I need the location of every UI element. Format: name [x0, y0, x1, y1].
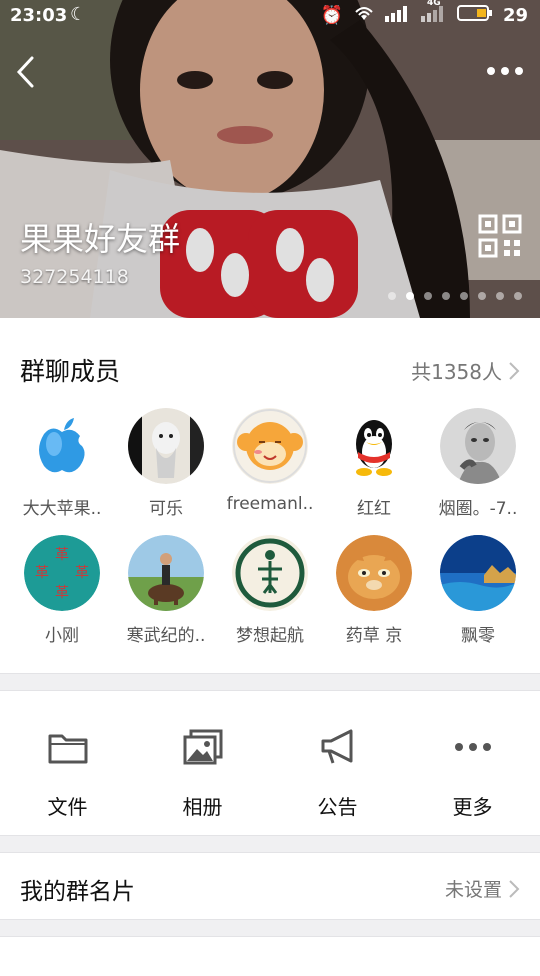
megaphone-icon [318, 727, 358, 767]
carousel-dot [442, 292, 450, 300]
member-name: 小刚 [45, 626, 79, 646]
album-button[interactable]: 相册 [135, 691, 270, 835]
signal-icon-secondary: 4G [420, 0, 447, 27]
carousel-dot [514, 292, 522, 300]
chevron-right-icon [509, 879, 520, 898]
album-icon [183, 727, 223, 767]
qr-code-button[interactable] [478, 214, 522, 258]
more-horizontal-icon [487, 67, 523, 75]
members-grid: 大大苹果.. 可乐 freemanl.. 红红 烟圈。-7.. 革革革革 小刚 … [10, 408, 530, 646]
carousel-dot [478, 292, 486, 300]
battery-icon [456, 4, 493, 27]
member-item[interactable]: 大大苹果.. [10, 408, 114, 519]
carousel-dot-active [406, 292, 414, 300]
avatar [232, 535, 308, 611]
member-item[interactable]: 飘零 [426, 535, 530, 646]
member-name: 飘零 [461, 626, 495, 646]
more-icon [453, 727, 493, 767]
status-bar: 23:03 ☾ ⏰ 4G 29 [0, 0, 540, 34]
carousel-dot [388, 292, 396, 300]
member-name: 寒武纪的.. [126, 626, 206, 646]
svg-text:革: 革 [35, 565, 49, 581]
group-header-banner: 23:03 ☾ ⏰ 4G 29 果果好友群 327254118 [0, 0, 540, 318]
announcement-label: 公告 [317, 795, 358, 819]
member-name: freemanl.. [226, 494, 314, 514]
network-type: 4G [426, 0, 441, 8]
files-button[interactable]: 文件 [0, 691, 135, 835]
member-item[interactable]: 药草 京 [322, 535, 426, 646]
member-name: 烟圈。-7.. [438, 499, 518, 519]
group-id: 327254118 [20, 266, 129, 288]
back-button[interactable] [8, 52, 42, 92]
album-label: 相册 [182, 795, 223, 819]
battery-level: 29 [502, 5, 528, 26]
more-label: 更多 [452, 795, 493, 819]
carousel-dot [460, 292, 468, 300]
member-item[interactable]: 梦想起航 [218, 535, 322, 646]
members-section: 群聊成员 共1358人 大大苹果.. 可乐 freemanl.. 红红 烟圈。-… [0, 318, 540, 674]
avatar [336, 535, 412, 611]
wifi-icon [353, 4, 375, 27]
member-item[interactable]: 烟圈。-7.. [426, 408, 530, 519]
moon-icon: ☾ [70, 4, 87, 25]
members-count-link[interactable]: 共1358人 [411, 356, 520, 385]
alarm-icon: ⏰ [320, 5, 343, 26]
announcement-button[interactable]: 公告 [270, 691, 405, 835]
avatar [128, 535, 204, 611]
member-item[interactable]: 可乐 [114, 408, 218, 519]
more-options-button[interactable] [482, 58, 528, 84]
avatar [336, 408, 412, 484]
members-count: 共1358人 [411, 360, 502, 384]
qr-code-icon [478, 214, 522, 258]
group-card-row[interactable]: 我的群名片 未设置 [0, 852, 540, 920]
avatar [128, 408, 204, 484]
member-name: 梦想起航 [236, 626, 304, 646]
carousel-indicator [388, 292, 522, 300]
avatar [440, 408, 516, 484]
group-card-value-wrap: 未设置 [445, 875, 520, 902]
member-item[interactable]: 红红 [322, 408, 426, 519]
member-name: 可乐 [149, 499, 183, 519]
svg-text:革: 革 [75, 565, 89, 581]
avatar [232, 408, 308, 484]
member-item[interactable]: freemanl.. [218, 408, 322, 519]
status-icons: ⏰ 4G 29 [320, 0, 528, 27]
group-card-value: 未设置 [444, 879, 502, 901]
group-card-label: 我的群名片 [20, 879, 135, 905]
chevron-left-icon [16, 56, 34, 88]
signal-icon [384, 4, 411, 27]
member-name: 大大苹果.. [22, 499, 102, 519]
members-title: 群聊成员 [20, 357, 121, 386]
avatar [440, 535, 516, 611]
group-actions: 文件 相册 公告 更多 [0, 690, 540, 836]
member-item[interactable]: 革革革革 小刚 [10, 535, 114, 646]
avatar: 革革 革革 [24, 535, 100, 611]
status-time: 23:03 [10, 5, 68, 26]
avatar [24, 408, 100, 484]
carousel-dot [424, 292, 432, 300]
svg-text:革: 革 [55, 585, 69, 601]
svg-text:革: 革 [55, 547, 69, 563]
folder-icon [48, 727, 88, 767]
member-name: 红红 [357, 499, 391, 519]
more-button[interactable]: 更多 [405, 691, 540, 835]
group-name: 果果好友群 [20, 220, 181, 258]
carousel-dot [496, 292, 504, 300]
member-item[interactable]: 寒武纪的.. [114, 535, 218, 646]
member-name: 药草 京 [345, 626, 403, 646]
files-label: 文件 [47, 795, 88, 819]
next-settings-row[interactable] [0, 936, 540, 976]
chevron-right-icon [509, 361, 520, 380]
